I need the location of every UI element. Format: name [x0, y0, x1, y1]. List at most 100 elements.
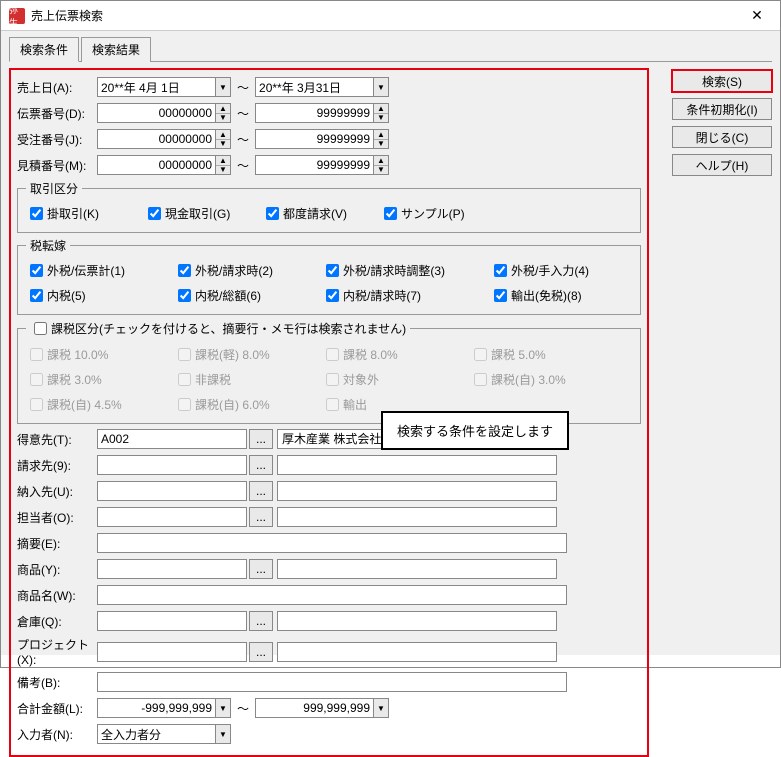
warehouse-input[interactable]	[97, 611, 247, 631]
help-button[interactable]: ヘルプ(H)	[672, 154, 772, 176]
tab-search-results[interactable]: 検索結果	[81, 37, 151, 62]
close-button[interactable]: 閉じる(C)	[672, 126, 772, 148]
product-display	[277, 559, 557, 579]
cb-ts-4[interactable]: 内税(5)	[26, 286, 156, 305]
cb-kake[interactable]: 掛取引(K)	[26, 204, 126, 223]
quote-no-from[interactable]: ▲▼	[97, 155, 231, 175]
summary-input[interactable]	[97, 533, 567, 553]
project-lookup-button[interactable]: ...	[249, 642, 273, 662]
ship-to-display	[277, 481, 557, 501]
cb-ts-0[interactable]: 外税/伝票計(1)	[26, 261, 156, 280]
dropdown-icon[interactable]: ▼	[373, 77, 389, 97]
app-logo: 弥生	[9, 8, 25, 24]
note-input[interactable]	[97, 672, 567, 692]
dropdown-icon[interactable]: ▼	[215, 77, 231, 97]
spinner-icon[interactable]: ▲▼	[215, 155, 231, 175]
bill-to-lookup-button[interactable]: ...	[249, 455, 273, 475]
label-warehouse: 倉庫(Q):	[17, 613, 97, 630]
cb-ts-7[interactable]: 輸出(免税)(8)	[490, 286, 610, 305]
cb-ts-1[interactable]: 外税/請求時(2)	[174, 261, 304, 280]
slip-no-to-input[interactable]	[255, 103, 373, 123]
cb-tc-2: 課税 8.0%	[322, 345, 452, 364]
cb-ts-3[interactable]: 外税/手入力(4)	[490, 261, 610, 280]
slip-no-from-input[interactable]	[97, 103, 215, 123]
action-buttons: 検索(S) 条件初期化(I) 閉じる(C) ヘルプ(H)	[657, 68, 772, 757]
sales-date-from-input[interactable]	[97, 77, 215, 97]
ship-to-lookup-button[interactable]: ...	[249, 481, 273, 501]
sales-date-to[interactable]: ▼	[255, 77, 389, 97]
staff-lookup-button[interactable]: ...	[249, 507, 273, 527]
cb-tc-3: 課税 5.0%	[470, 345, 590, 364]
dropdown-icon[interactable]: ▼	[373, 698, 389, 718]
init-button[interactable]: 条件初期化(I)	[672, 98, 772, 120]
slip-no-to[interactable]: ▲▼	[255, 103, 389, 123]
cb-ts-6[interactable]: 内税/請求時(7)	[322, 286, 472, 305]
spinner-icon[interactable]: ▲▼	[215, 129, 231, 149]
total-to[interactable]: ▼	[255, 698, 389, 718]
spinner-icon[interactable]: ▲▼	[373, 155, 389, 175]
cb-tc-5: 非課税	[174, 370, 304, 389]
order-no-to[interactable]: ▲▼	[255, 129, 389, 149]
label-product: 商品(Y):	[17, 561, 97, 578]
total-from-input[interactable]	[97, 698, 215, 718]
label-summary: 摘要(E):	[17, 535, 97, 552]
cb-tc-7: 課税(自) 3.0%	[470, 370, 590, 389]
cb-sample[interactable]: サンプル(P)	[380, 204, 480, 223]
cb-tc-4: 課税 3.0%	[26, 370, 156, 389]
cb-tc-6: 対象外	[322, 370, 452, 389]
tax-class-legend[interactable]: 課税区分(チェックを付けると、摘要行・メモ行は検索されません)	[26, 319, 410, 338]
customer-lookup-button[interactable]: ...	[249, 429, 273, 449]
cb-tc-0: 課税 10.0%	[26, 345, 156, 364]
staff-input[interactable]	[97, 507, 247, 527]
title-bar: 弥生 売上伝票検索 ✕	[1, 1, 780, 31]
spinner-icon[interactable]: ▲▼	[373, 129, 389, 149]
product-name-input[interactable]	[97, 585, 567, 605]
project-input[interactable]	[97, 642, 247, 662]
entered-by-select[interactable]: ▼	[97, 724, 231, 744]
spinner-icon[interactable]: ▲▼	[215, 103, 231, 123]
cb-ts-5[interactable]: 内税/総額(6)	[174, 286, 304, 305]
product-lookup-button[interactable]: ...	[249, 559, 273, 579]
range-separator: ～	[237, 79, 249, 96]
total-to-input[interactable]	[255, 698, 373, 718]
project-display	[277, 642, 557, 662]
transaction-type-legend: 取引区分	[26, 180, 82, 197]
annotation-callout: 検索する条件を設定します	[381, 411, 569, 450]
cb-tc-1: 課税(軽) 8.0%	[174, 345, 304, 364]
product-input[interactable]	[97, 559, 247, 579]
order-no-from[interactable]: ▲▼	[97, 129, 231, 149]
cb-tc-8: 課税(自) 4.5%	[26, 395, 156, 414]
label-total: 合計金額(L):	[17, 700, 97, 717]
cb-ts-2[interactable]: 外税/請求時調整(3)	[322, 261, 472, 280]
bill-to-display	[277, 455, 557, 475]
label-sales-date: 売上日(A):	[17, 79, 97, 96]
entered-by-input[interactable]	[97, 724, 215, 744]
slip-no-from[interactable]: ▲▼	[97, 103, 231, 123]
tab-search-conditions[interactable]: 検索条件	[9, 37, 79, 62]
dropdown-icon[interactable]: ▼	[215, 698, 231, 718]
ship-to-input[interactable]	[97, 481, 247, 501]
customer-code-input[interactable]	[97, 429, 247, 449]
staff-display	[277, 507, 557, 527]
cb-cash[interactable]: 現金取引(G)	[144, 204, 244, 223]
sales-date-to-input[interactable]	[255, 77, 373, 97]
quote-no-to[interactable]: ▲▼	[255, 155, 389, 175]
label-quote-no: 見積番号(M):	[17, 157, 97, 174]
label-staff: 担当者(O):	[17, 509, 97, 526]
dropdown-icon[interactable]: ▼	[215, 724, 231, 744]
sales-date-from[interactable]: ▼	[97, 77, 231, 97]
label-product-name: 商品名(W):	[17, 587, 97, 604]
transaction-type-group: 取引区分 掛取引(K) 現金取引(G) 都度請求(V) サンプル(P)	[17, 180, 641, 233]
window-close-button[interactable]: ✕	[734, 1, 780, 30]
bill-to-input[interactable]	[97, 455, 247, 475]
search-button[interactable]: 検索(S)	[672, 70, 772, 92]
label-ship-to: 納入先(U):	[17, 483, 97, 500]
cb-tc-9: 課税(自) 6.0%	[174, 395, 304, 414]
cb-each[interactable]: 都度請求(V)	[262, 204, 362, 223]
warehouse-display	[277, 611, 557, 631]
spinner-icon[interactable]: ▲▼	[373, 103, 389, 123]
warehouse-lookup-button[interactable]: ...	[249, 611, 273, 631]
label-project: プロジェクト(X):	[17, 636, 97, 667]
total-from[interactable]: ▼	[97, 698, 231, 718]
label-order-no: 受注番号(J):	[17, 131, 97, 148]
